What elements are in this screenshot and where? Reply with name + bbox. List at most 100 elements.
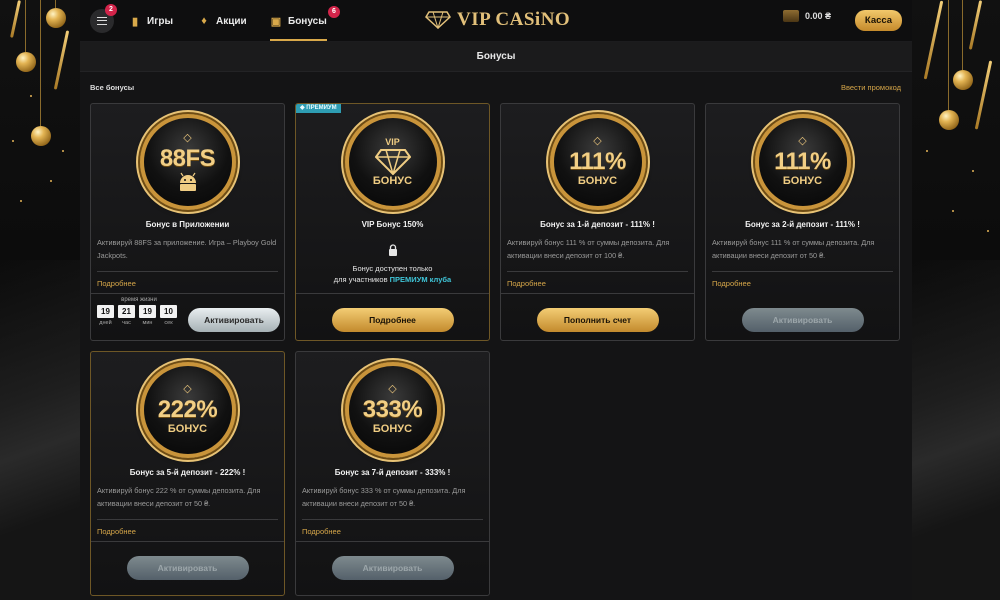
more-link[interactable]: Подробнее (97, 527, 136, 536)
premium-club-link[interactable]: ПРЕМИУМ клуба (390, 275, 452, 284)
balance[interactable]: 0.00 ₴ (783, 10, 831, 22)
all-bonuses-label: Все бонусы (90, 83, 135, 92)
more-link[interactable]: Подробнее (507, 279, 546, 288)
card-title: Бонус в Приложении (145, 220, 230, 229)
timer-unit: дней (99, 320, 112, 326)
card-description: Активируй бонус 111 % от суммы депозита.… (507, 236, 688, 272)
medal-label: БОНУС (577, 175, 618, 187)
timer-label: время жизни (121, 297, 157, 303)
bonus-card-deposit-7: ◇ 333% БОНУС Бонус за 7-й депозит - 333%… (295, 351, 490, 596)
bonus-medal: ◇ 88FS (139, 114, 236, 210)
bonus-medal: ◇ 111% БОНУС (549, 114, 646, 210)
medal-vip: VIP (385, 137, 400, 147)
diamond-icon: ◇ (388, 383, 397, 395)
medal-label: БОНУС (782, 175, 823, 187)
diamond-icon: ◇ (593, 135, 602, 147)
timer-unit: мин (142, 320, 153, 326)
bonus-card-deposit-5: ◇ 222% БОНУС Бонус за 5-й депозит - 222%… (90, 351, 285, 596)
left-decoration (0, 0, 80, 600)
card-description: Активируй бонус 333 % от суммы депозита.… (302, 484, 483, 520)
lock-icon (388, 244, 397, 256)
bonus-card-deposit-1: ◇ 111% БОНУС Бонус за 1-й депозит - 111%… (500, 103, 695, 341)
logo[interactable]: VIP CASiNO (425, 9, 570, 31)
medal-label: БОНУС (372, 423, 413, 435)
ornament-bauble (939, 110, 959, 130)
page-title: Бонусы (80, 42, 912, 72)
nav-games[interactable]: ▮ Игры (129, 13, 173, 29)
bonus-medal: VIP БОНУС (344, 114, 441, 210)
bonus-medal: ◇ 333% БОНУС (344, 362, 441, 458)
bonuses-panel: Бонусы Все бонусы Ввести промокод ◇ 88FS… (80, 42, 912, 600)
hamburger-icon (97, 17, 107, 25)
more-link[interactable]: Подробнее (712, 279, 751, 288)
fire-icon: ♦ (201, 15, 207, 27)
bonus-card-vip: ◆ ПРЕМИУМ VIP БОНУС VIP Бонус 150% Бонус… (295, 103, 490, 341)
card-description: Активируй бонус 111 % от суммы депозита.… (712, 236, 893, 272)
ornament-bauble (31, 126, 51, 146)
lock-line-1: Бонус доступен только (352, 264, 433, 273)
card-title: VIP Бонус 150% (361, 220, 424, 229)
timer-unit: сек (164, 320, 173, 326)
bonus-medal: ◇ 111% БОНУС (754, 114, 851, 210)
lifetime-timer: время жизни 19 дней 21 час 19 мин 10 сек (97, 297, 181, 326)
card-title: Бонус за 5-й депозит - 222% ! (129, 468, 246, 477)
balance-amount: 0.00 ₴ (805, 11, 832, 21)
premium-tag: ◆ ПРЕМИУМ (296, 104, 341, 113)
lock-line-2: для участников (333, 275, 390, 284)
gift-icon: ▣ (270, 15, 282, 28)
medal-value: 111% (774, 148, 831, 175)
diamond-icon: ◇ (798, 135, 807, 147)
nav-games-label: Игры (147, 15, 174, 27)
card-title: Бонус за 2-й депозит - 111% ! (745, 220, 860, 229)
card-description: Активируй 88FS за приложение. Игра – Pla… (97, 236, 278, 272)
nav-promotions-label: Акции (216, 15, 247, 27)
timer-days: 19 (97, 305, 114, 318)
top-up-button[interactable]: Пополнить счет (536, 308, 659, 332)
top-bar: 2 ▮ Игры ♦ Акции ▣ Бонусы 6 VIP CASiNO 0… (80, 0, 912, 42)
nav-promotions[interactable]: ♦ Акции (198, 13, 247, 29)
more-link[interactable]: Подробнее (97, 279, 136, 288)
ornament-bauble (46, 8, 66, 28)
card-title: Бонус за 1-й депозит - 111% ! (540, 220, 655, 229)
android-icon (179, 172, 196, 191)
activate-button[interactable]: Активировать (741, 308, 864, 332)
diamond-icon: ◇ (183, 131, 192, 144)
premium-lock-notice: Бонус доступен только для участников ПРЕ… (296, 244, 489, 285)
bonus-card-deposit-2: ◇ 111% БОНУС Бонус за 2-й депозит - 111%… (705, 103, 900, 341)
menu-badge: 2 (105, 4, 117, 16)
diamond-icon: ◇ (183, 383, 192, 395)
timer-hours: 21 (118, 305, 135, 318)
drape-decoration (912, 260, 1000, 600)
medal-value: 333% (362, 396, 423, 423)
more-link[interactable]: Подробнее (302, 527, 341, 536)
games-icon: ▮ (131, 15, 139, 28)
ornament-bauble (16, 52, 36, 72)
bonus-medal: ◇ 222% БОНУС (139, 362, 236, 458)
medal-value: 111% (569, 148, 626, 175)
medal-value: 222% (157, 396, 218, 423)
medal-value: 88FS (159, 144, 216, 172)
card-title: Бонус за 7-й депозит - 333% ! (334, 468, 451, 477)
premium-tag-label: ПРЕМИУМ (306, 105, 337, 111)
details-button[interactable]: Подробнее (331, 308, 454, 332)
activate-button[interactable]: Активировать (188, 308, 280, 332)
ornament-bauble (953, 70, 973, 90)
wallet-icon (783, 10, 799, 22)
right-decoration (912, 0, 1000, 600)
nav-bonuses[interactable]: ▣ Бонусы 6 (270, 6, 340, 41)
nav-bonuses-label: Бонусы (288, 15, 327, 27)
diamond-icon (374, 149, 411, 175)
enter-promocode-link[interactable]: Ввести промокод (841, 83, 901, 92)
medal-label: БОНУС (372, 175, 413, 187)
cashier-button[interactable]: Касса (855, 10, 902, 31)
activate-button[interactable]: Активировать (126, 556, 249, 580)
diamond-icon (425, 11, 451, 29)
logo-text: VIP CASiNO (457, 9, 571, 30)
menu-button[interactable]: 2 (90, 4, 117, 33)
card-description: Активируй бонус 222 % от суммы депозита.… (97, 484, 278, 520)
timer-seconds: 10 (160, 305, 177, 318)
bonuses-badge: 6 (328, 6, 340, 18)
drape-decoration (0, 260, 80, 600)
activate-button[interactable]: Активировать (331, 556, 454, 580)
timer-minutes: 19 (139, 305, 156, 318)
